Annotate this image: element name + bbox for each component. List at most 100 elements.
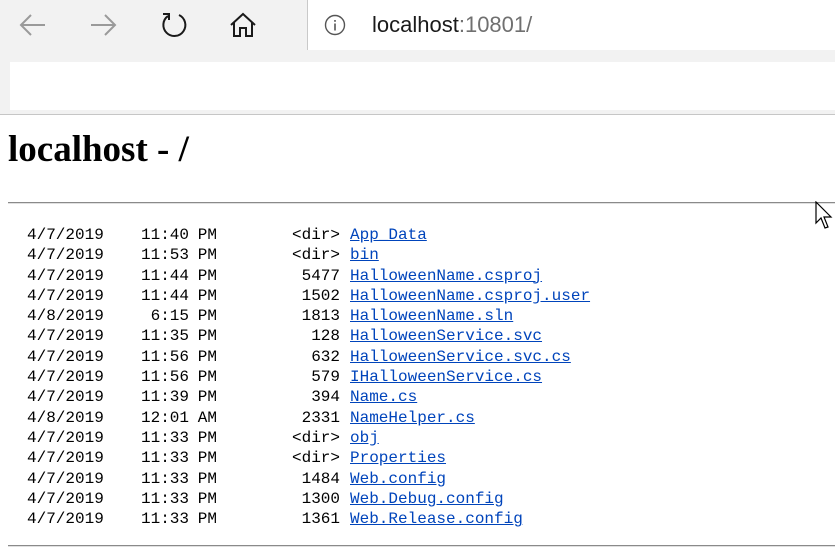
entry-link[interactable]: Name.cs bbox=[350, 387, 417, 407]
entry-date: 4/7/2019 bbox=[27, 246, 104, 265]
entry-date: 4/7/2019 bbox=[27, 327, 104, 346]
entry-size: 5477 bbox=[301, 266, 340, 285]
list-item: 4/7/2019 11:33 PM <dir> Properties bbox=[27, 448, 590, 468]
entry-link[interactable]: HalloweenName.sln bbox=[350, 306, 513, 326]
entry-ampm: PM bbox=[197, 327, 217, 346]
list-item: 4/7/2019 11:53 PM <dir> bin bbox=[27, 245, 590, 265]
info-circle-icon[interactable] bbox=[324, 14, 346, 36]
entry-ampm: PM bbox=[197, 510, 217, 529]
entry-date: 4/8/2019 bbox=[27, 307, 104, 326]
entry-date: 4/7/2019 bbox=[27, 449, 104, 468]
entry-size: 1484 bbox=[301, 469, 340, 488]
entry-link[interactable]: IHalloweenService.cs bbox=[350, 367, 542, 387]
url-text[interactable]: localhost:10801/ bbox=[372, 11, 532, 39]
entry-size: 1300 bbox=[301, 489, 340, 508]
entry-date: 4/7/2019 bbox=[27, 428, 104, 447]
entry-size: <dir> bbox=[291, 226, 340, 244]
entry-link[interactable]: HalloweenService.svc.cs bbox=[350, 347, 571, 367]
entry-time: 11:35 bbox=[140, 327, 189, 346]
entry-size: 1502 bbox=[301, 286, 340, 305]
entry-ampm: PM bbox=[197, 469, 217, 488]
entry-link[interactable]: Web.Release.config bbox=[350, 509, 523, 529]
entry-date: 4/7/2019 bbox=[27, 388, 104, 407]
list-item: 4/7/2019 11:39 PM 394 Name.cs bbox=[27, 387, 590, 407]
entry-date: 4/7/2019 bbox=[27, 347, 104, 366]
list-item: 4/7/2019 11:33 PM 1484 Web.config bbox=[27, 469, 590, 489]
entry-ampm: PM bbox=[197, 246, 217, 265]
list-item: 4/7/2019 11:40 PM <dir> App_Data bbox=[27, 225, 590, 245]
entry-time: 11:33 bbox=[140, 489, 189, 508]
entry-size: <dir> bbox=[291, 428, 340, 447]
entry-link[interactable]: obj bbox=[350, 428, 379, 448]
entry-time: 11:53 bbox=[140, 246, 189, 265]
entry-time: 12:01 bbox=[140, 408, 189, 427]
list-item: 4/7/2019 11:33 PM <dir> obj bbox=[27, 428, 590, 448]
entry-time: 11:56 bbox=[140, 368, 189, 387]
entry-size: 1361 bbox=[301, 510, 340, 529]
forward-button[interactable] bbox=[78, 4, 128, 46]
address-bar[interactable]: localhost:10801/ bbox=[307, 0, 835, 50]
back-button[interactable] bbox=[8, 4, 58, 46]
entry-size: 2331 bbox=[301, 408, 340, 427]
entry-size: 128 bbox=[311, 327, 340, 346]
entry-link[interactable]: HalloweenService.svc bbox=[350, 326, 542, 346]
entry-time: 11:33 bbox=[140, 510, 189, 529]
entry-ampm: PM bbox=[197, 286, 217, 305]
entry-ampm: AM bbox=[197, 408, 217, 427]
entry-date: 4/7/2019 bbox=[27, 266, 104, 285]
entry-date: 4/8/2019 bbox=[27, 408, 104, 427]
home-icon bbox=[230, 12, 256, 37]
entry-link[interactable]: HalloweenName.csproj.user bbox=[350, 286, 590, 306]
entry-size: 632 bbox=[311, 347, 340, 366]
entry-ampm: PM bbox=[197, 428, 217, 447]
entry-time: 11:33 bbox=[140, 449, 189, 468]
entry-ampm: PM bbox=[197, 347, 217, 366]
favorites-bar bbox=[10, 62, 835, 110]
entry-size: <dir> bbox=[291, 449, 340, 468]
entry-link[interactable]: Web.config bbox=[350, 469, 446, 489]
entry-time: 11:33 bbox=[140, 469, 189, 488]
entry-time: 11:44 bbox=[140, 266, 189, 285]
entry-link[interactable]: App_Data bbox=[350, 225, 427, 245]
divider-bottom bbox=[8, 545, 835, 547]
url-host: localhost bbox=[372, 12, 459, 37]
list-item: 4/7/2019 11:35 PM 128 HalloweenService.svc bbox=[27, 326, 590, 346]
list-item: 4/7/2019 11:33 PM 1361 Web.Release.config bbox=[27, 509, 590, 529]
entry-date: 4/7/2019 bbox=[27, 286, 104, 305]
entry-link[interactable]: NameHelper.cs bbox=[350, 408, 475, 428]
arrow-right-icon bbox=[91, 14, 117, 36]
entry-time: 11:44 bbox=[140, 286, 189, 305]
list-item: 4/7/2019 11:56 PM 579 IHalloweenService.cs bbox=[27, 367, 590, 387]
entry-link[interactable]: Properties bbox=[350, 448, 446, 468]
entry-ampm: PM bbox=[197, 266, 217, 285]
arrow-left-icon bbox=[19, 14, 45, 36]
list-item: 4/7/2019 11:56 PM 632 HalloweenService.svc.c… bbox=[27, 347, 590, 367]
entry-size: <dir> bbox=[291, 246, 340, 265]
list-item: 4/7/2019 11:44 PM 1502 HalloweenName.csproj.… bbox=[27, 286, 590, 306]
entry-link[interactable]: HalloweenName.csproj bbox=[350, 266, 542, 286]
entry-time: 11:56 bbox=[140, 347, 189, 366]
entry-time: 11:39 bbox=[140, 388, 189, 407]
directory-listing: 4/7/2019 11:40 PM <dir> App_Data 4/7/2019 11:5… bbox=[27, 225, 590, 529]
list-item: 4/8/2019 6:15 PM 1813 HalloweenName.sln bbox=[27, 306, 590, 326]
entry-date: 4/7/2019 bbox=[27, 469, 104, 488]
url-port-path: :10801/ bbox=[458, 12, 533, 37]
entry-date: 4/7/2019 bbox=[27, 489, 104, 508]
page-title: localhost - / bbox=[8, 129, 189, 170]
list-item: 4/7/2019 11:44 PM 5477 HalloweenName.csproj bbox=[27, 266, 590, 286]
home-button[interactable] bbox=[218, 4, 268, 46]
entry-date: 4/7/2019 bbox=[27, 368, 104, 387]
entry-size: 1813 bbox=[301, 307, 340, 326]
entry-size: 394 bbox=[311, 388, 340, 407]
entry-ampm: PM bbox=[197, 449, 217, 468]
divider-top bbox=[8, 202, 835, 204]
list-item: 4/8/2019 12:01 AM 2331 NameHelper.cs bbox=[27, 408, 590, 428]
entry-link[interactable]: Web.Debug.config bbox=[350, 489, 504, 509]
refresh-icon bbox=[162, 13, 187, 37]
entry-date: 4/7/2019 bbox=[27, 226, 104, 244]
entry-ampm: PM bbox=[197, 489, 217, 508]
entry-time: 11:40 bbox=[140, 226, 189, 244]
entry-ampm: PM bbox=[197, 368, 217, 387]
refresh-button[interactable] bbox=[149, 4, 199, 46]
entry-link[interactable]: bin bbox=[350, 245, 379, 265]
